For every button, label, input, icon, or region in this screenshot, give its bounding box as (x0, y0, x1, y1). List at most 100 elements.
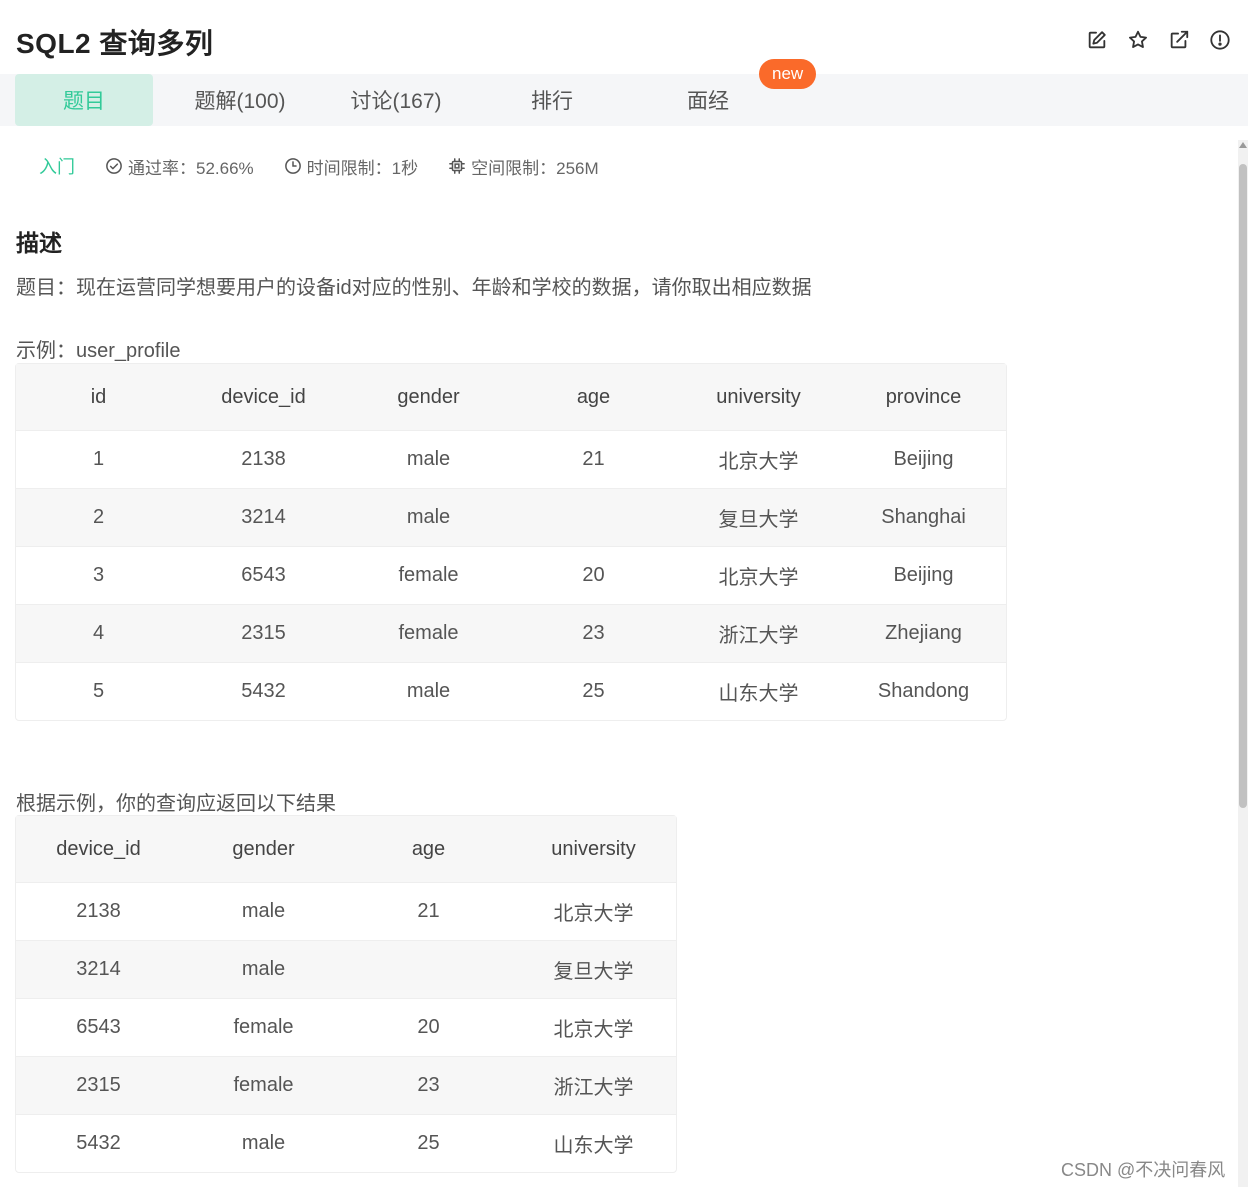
table-cell: Zhejiang (841, 604, 1006, 662)
tab-problem[interactable]: 题目 (15, 74, 153, 126)
table-cell: 3214 (181, 488, 346, 546)
space-limit: 空间限制：256M (448, 154, 599, 179)
tab-ranking[interactable]: 排行 (483, 74, 621, 126)
table-cell: 北京大学 (511, 998, 676, 1056)
scrollbar[interactable] (1238, 140, 1248, 1187)
watermark: CSDN @不决问春风 (1061, 1160, 1226, 1180)
table-cell: Shandong (841, 662, 1006, 720)
column-header: id (16, 364, 181, 430)
external-link-icon[interactable] (1167, 28, 1191, 52)
table-cell: 6543 (16, 998, 181, 1056)
table-cell: 3214 (16, 940, 181, 998)
table-cell: male (181, 940, 346, 998)
table-cell: male (181, 1114, 346, 1172)
table-cell: Beijing (841, 546, 1006, 604)
table-cell: 浙江大学 (511, 1056, 676, 1114)
page-title: SQL2 查询多列 (16, 28, 214, 59)
tab-solutions[interactable]: 题解(100) (171, 74, 309, 126)
table-row: 2315 female 23 浙江大学 (16, 1056, 676, 1114)
table-cell: female (346, 604, 511, 662)
space-limit-text: 空间限制：256M (471, 158, 599, 178)
scroll-thumb[interactable] (1239, 164, 1247, 808)
column-header: age (346, 816, 511, 882)
table-cell: 21 (346, 882, 511, 940)
time-limit: 时间限制：1秒 (284, 154, 418, 179)
header: SQL2 查询多列 (0, 0, 1248, 74)
table-cell: 2315 (16, 1056, 181, 1114)
table-cell: 2138 (16, 882, 181, 940)
table-cell: Shanghai (841, 488, 1006, 546)
table-cell: 23 (346, 1056, 511, 1114)
result-table-body: 2138 male 21 北京大学 3214 male 复旦大学 6543 female 20 北京… (16, 882, 676, 1172)
edit-icon[interactable] (1085, 28, 1109, 52)
table-cell: male (346, 662, 511, 720)
column-header: university (676, 364, 841, 430)
problem-meta: 入门 通过率：52.66% 时间限制：1秒 空间限制：256M (16, 152, 629, 180)
pass-rate: 通过率：52.66% (105, 154, 254, 179)
table-row: 2 3214 male 复旦大学 Shanghai (16, 488, 1006, 546)
column-header: university (511, 816, 676, 882)
table-cell: 2138 (181, 430, 346, 488)
table-cell: 20 (346, 998, 511, 1056)
column-header: age (511, 364, 676, 430)
table-cell: female (181, 1056, 346, 1114)
tab-bar: 题目 题解(100) 讨论(167) 排行 面经 (0, 74, 1248, 126)
table-cell (511, 488, 676, 546)
table-row: 5432 male 25 山东大学 (16, 1114, 676, 1172)
table-cell: 复旦大学 (511, 940, 676, 998)
column-header: province (841, 364, 1006, 430)
column-header: gender (181, 816, 346, 882)
chip-icon (449, 158, 466, 174)
table-cell: female (346, 546, 511, 604)
table-cell: 浙江大学 (676, 604, 841, 662)
column-header: gender (346, 364, 511, 430)
result-table: device_id gender age university 2138 male… (15, 815, 677, 1173)
scroll-up-arrow-icon[interactable] (1239, 142, 1247, 148)
table-row: 6543 female 20 北京大学 (16, 998, 676, 1056)
table-cell: 21 (511, 430, 676, 488)
table-cell: 北京大学 (676, 546, 841, 604)
check-circle-icon (106, 158, 122, 174)
table-row: 4 2315 female 23 浙江大学 Zhejiang (16, 604, 1006, 662)
table-header-row: device_id gender age university (16, 816, 676, 882)
table-cell: 北京大学 (511, 882, 676, 940)
alert-icon[interactable] (1208, 28, 1232, 52)
page: SQL2 查询多列 题目 题解(100) 讨论(167) 排行 面经 new 入… (0, 0, 1248, 1187)
table-cell: 4 (16, 604, 181, 662)
time-limit-text: 时间限制：1秒 (306, 158, 419, 178)
table-cell: 5432 (16, 1114, 181, 1172)
table-cell: male (346, 430, 511, 488)
table-row: 3214 male 复旦大学 (16, 940, 676, 998)
table-cell: 6543 (181, 546, 346, 604)
clock-icon (284, 158, 301, 174)
table-cell: 山东大学 (676, 662, 841, 720)
table-row: 5 5432 male 25 山东大学 Shandong (16, 662, 1006, 720)
tab-discussion[interactable]: 讨论(167) (327, 74, 465, 126)
table-row: 3 6543 female 20 北京大学 Beijing (16, 546, 1006, 604)
table-cell: 20 (511, 546, 676, 604)
new-badge: new (759, 59, 817, 89)
table-cell: 5 (16, 662, 181, 720)
table-header-row: id device_id gender age university provi… (16, 364, 1006, 430)
description-text: 题目：现在运营同学想要用户的设备id对应的性别、年龄和学校的数据，请你取出相应数… (16, 277, 812, 299)
table-cell: 2 (16, 488, 181, 546)
table-cell: 2315 (181, 604, 346, 662)
table-cell: male (181, 882, 346, 940)
tab-interview[interactable]: 面经 (639, 74, 777, 126)
table-cell: 复旦大学 (676, 488, 841, 546)
pass-rate-text: 通过率：52.66% (128, 158, 254, 178)
table-cell: 23 (511, 604, 676, 662)
table-cell: Beijing (841, 430, 1006, 488)
table-row: 1 2138 male 21 北京大学 Beijing (16, 430, 1006, 488)
table-cell: 3 (16, 546, 181, 604)
example-caption: 示例：user_profile (16, 340, 181, 362)
description-heading: 描述 (16, 230, 62, 256)
result-caption: 根据示例，你的查询应返回以下结果 (16, 793, 336, 815)
table-cell: 5432 (181, 662, 346, 720)
toolbar (1085, 28, 1232, 52)
difficulty-label: 入门 (39, 157, 75, 177)
star-icon[interactable] (1126, 28, 1150, 52)
table-cell: 25 (346, 1114, 511, 1172)
table-cell: 25 (511, 662, 676, 720)
table-cell: male (346, 488, 511, 546)
